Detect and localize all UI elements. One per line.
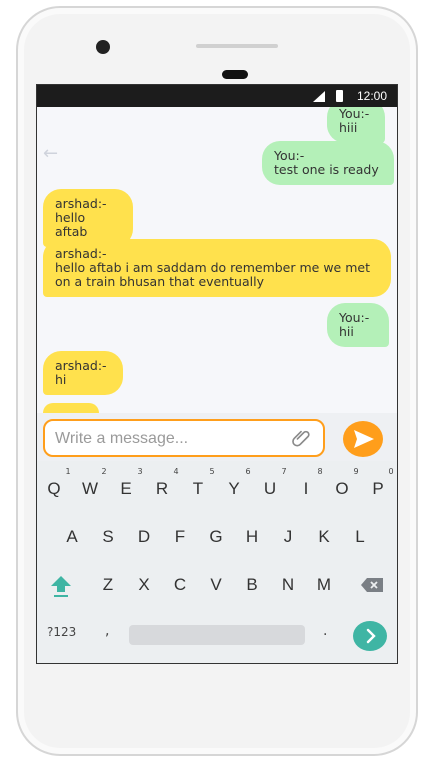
message-bubble: You:- hii (327, 303, 389, 347)
message-input[interactable] (53, 427, 287, 451)
key-hint-1: 1 (65, 467, 71, 476)
status-time: 12:00 (356, 89, 387, 103)
phone-screen: 12:00 ← You:- hiii You:- test one is rea… (36, 84, 398, 664)
key-g[interactable]: G (202, 527, 230, 547)
key-z[interactable]: Z (94, 575, 122, 595)
key-b[interactable]: B (238, 575, 266, 595)
key-c[interactable]: C (166, 575, 194, 595)
key-n[interactable]: N (274, 575, 302, 595)
attachment-icon[interactable] (291, 427, 313, 449)
message-bubble: arshad:- hello aftab i am saddam do reme… (43, 239, 391, 297)
message-sender: arshad:- (55, 358, 107, 373)
key-hint-4: 4 (173, 467, 179, 476)
shift-key-icon[interactable] (49, 573, 73, 597)
enter-key[interactable] (353, 621, 387, 651)
symbols-key[interactable]: ?123 (47, 625, 76, 639)
key-u[interactable]: U (256, 479, 284, 499)
message-bubble-partial (43, 403, 99, 413)
signal-icon (313, 91, 325, 102)
message-text: hiii (339, 120, 358, 135)
comma-key[interactable]: , (105, 623, 109, 639)
status-bar: 12:00 (37, 85, 397, 107)
key-e[interactable]: E (112, 479, 140, 499)
key-d[interactable]: D (130, 527, 158, 547)
message-sender: arshad:- (55, 196, 107, 211)
chat-thread[interactable]: ← You:- hiii You:- test one is ready ars… (37, 107, 397, 413)
key-w[interactable]: W (76, 479, 104, 499)
battery-icon (336, 90, 343, 102)
key-s[interactable]: S (94, 527, 122, 547)
key-i[interactable]: I (292, 479, 320, 499)
message-text: hello aftab i am saddam do remember me w… (55, 260, 370, 289)
message-bubble: arshad:- hi (43, 351, 123, 395)
key-r[interactable]: R (148, 479, 176, 499)
key-p[interactable]: P (364, 479, 392, 499)
key-o[interactable]: O (328, 479, 356, 499)
key-k[interactable]: K (310, 527, 338, 547)
message-sender: You:- (274, 148, 305, 163)
key-hint-6: 6 (245, 467, 251, 476)
message-sender: You:- (339, 310, 370, 325)
message-sender: You:- (339, 107, 370, 121)
message-sender: arshad:- (55, 246, 107, 261)
key-q[interactable]: Q (40, 479, 68, 499)
key-hint-8: 8 (317, 467, 323, 476)
message-text: hello aftab (55, 210, 90, 239)
period-key[interactable]: . (323, 623, 327, 639)
space-key[interactable] (129, 625, 305, 645)
backspace-key-icon[interactable] (360, 577, 384, 593)
speaker-icon (222, 70, 248, 79)
send-icon (354, 430, 374, 448)
back-arrow-icon[interactable]: ← (43, 143, 58, 164)
message-composer (37, 413, 397, 461)
key-j[interactable]: J (274, 527, 302, 547)
key-hint-7: 7 (281, 467, 287, 476)
key-t[interactable]: T (184, 479, 212, 499)
key-hint-0: 0 (388, 467, 394, 476)
message-text: hi (55, 372, 67, 387)
key-a[interactable]: A (58, 527, 86, 547)
message-bubble: You:- test one is ready (262, 141, 394, 185)
camera-icon (96, 40, 110, 54)
key-hint-3: 3 (137, 467, 143, 476)
key-m[interactable]: M (310, 575, 338, 595)
key-x[interactable]: X (130, 575, 158, 595)
message-text: test one is ready (274, 162, 379, 177)
key-hint-5: 5 (209, 467, 215, 476)
key-hint-9: 9 (353, 467, 359, 476)
key-h[interactable]: H (238, 527, 266, 547)
key-y[interactable]: Y (220, 479, 248, 499)
send-button[interactable] (343, 421, 383, 457)
message-input-box[interactable] (43, 419, 325, 457)
key-f[interactable]: F (166, 527, 194, 547)
message-bubble: You:- hiii (327, 107, 385, 143)
key-hint-2: 2 (101, 467, 107, 476)
sensor-strip (196, 44, 278, 48)
key-v[interactable]: V (202, 575, 230, 595)
chevron-right-icon (366, 628, 376, 644)
keyboard: Q W E R T Y U I O P 1 2 3 4 5 6 7 8 9 0 … (37, 461, 397, 663)
key-l[interactable]: L (346, 527, 374, 547)
message-text: hii (339, 324, 354, 339)
